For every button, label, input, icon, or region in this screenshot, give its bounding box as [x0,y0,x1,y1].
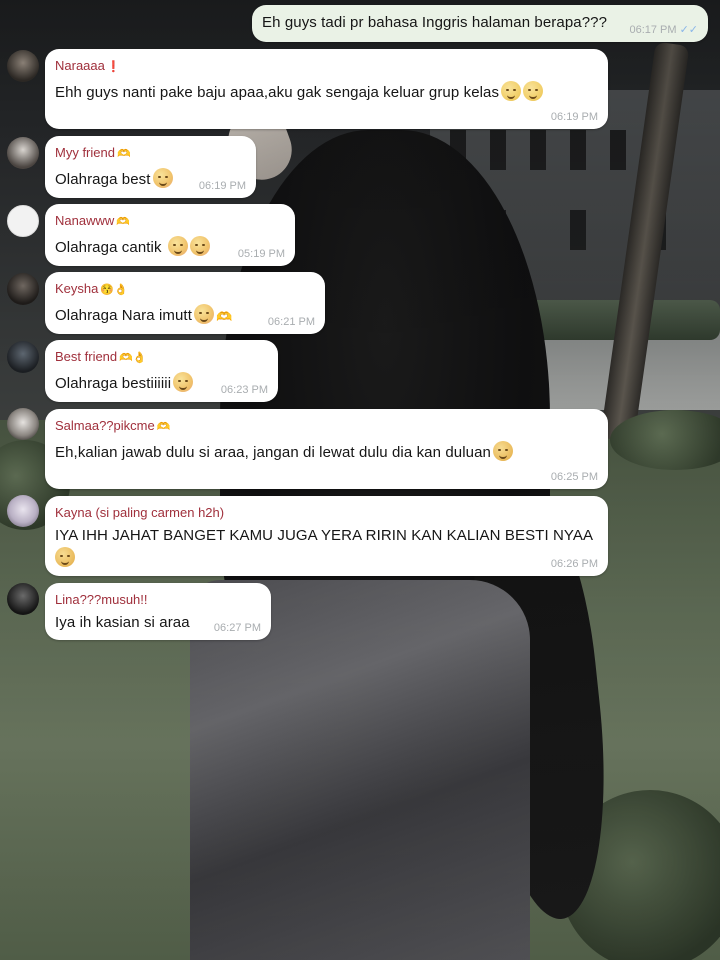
sender-name[interactable]: Lina???musuh!! [55,591,261,608]
message-bubble[interactable]: Nanawww 🫶 Olahraga cantik 05:19 PM [45,204,295,266]
avatar[interactable] [7,583,39,615]
message-bubble[interactable]: Keysha 😚👌 Olahraga Nara imutt 🫶 06:21 PM [45,272,325,334]
angry-face-icon [492,441,513,461]
message-text: IYA IHH JAHAT BANGET KAMU JUGA YERA RIRI… [55,525,598,570]
sender-name[interactable]: Keysha 😚👌 [55,280,315,299]
heart-hands-icon: 🫶 [156,421,171,433]
message-time: 06:19 PM [550,111,598,123]
heart-hands-icon: 🫶 [116,148,131,160]
sender-name[interactable]: Nanawww 🫶 [55,212,285,231]
message-time: 06:27 PM [213,622,261,634]
sender-name[interactable]: Naraaaa ❗ [55,57,598,76]
outgoing-message-bubble[interactable]: Eh guys tadi pr bahasa Inggris halaman b… [252,5,708,42]
blushing-face-icon [152,168,173,188]
blushing-face-icon [167,236,188,256]
sad-face-icon [523,81,544,101]
heart-hands-icon: 🫶 [116,216,130,228]
blushing-face-icon [173,372,194,392]
message-time: 06:26 PM [550,558,598,570]
avatar[interactable] [7,50,39,82]
sender-name[interactable]: Best friend 🫶👌 [55,348,268,367]
chat-thread[interactable]: Eh guys tadi pr bahasa Inggris halaman b… [0,0,720,960]
sender-name[interactable]: Salmaa??pikcme 🫶 [55,417,598,436]
blushing-face-icon [193,304,214,324]
message-time: 06:17 PM ✓✓ [629,24,698,36]
message-bubble[interactable]: Naraaaa ❗ Ehh guys nanti pake baju apaa,a… [45,49,608,129]
message-bubble[interactable]: Lina???musuh!! Iya ih kasian si araa 06:… [45,583,271,640]
message-time: 06:23 PM [220,384,268,396]
message-bubble[interactable]: Kayna (si paling carmen h2h) IYA IHH JAH… [45,496,608,576]
message-bubble[interactable]: Best friend 🫶👌 Olahraga bestiiiiii 06:23 … [45,340,278,402]
avatar[interactable] [7,205,39,237]
message-time: 06:19 PM [198,180,246,192]
message-bubble[interactable]: Salmaa??pikcme 🫶 Eh,kalian jawab dulu si … [45,409,608,489]
angry-face-icon [55,547,75,567]
avatar[interactable] [7,495,39,527]
read-ticks-icon: ✓✓ [679,24,698,36]
message-text: Eh,kalian jawab dulu si araa, jangan di … [55,441,598,464]
sender-name[interactable]: Myy friend 🫶 [55,144,246,163]
message-time: 06:25 PM [550,471,598,483]
avatar[interactable] [7,408,39,440]
exclamation-icon: ❗ [106,61,121,73]
message-time: 06:21 PM [267,316,315,328]
sender-name[interactable]: Kayna (si paling carmen h2h) [55,504,598,521]
message-time: 05:19 PM [237,248,285,260]
avatar[interactable] [7,273,39,305]
heart-hands-ok-hand-icon: 🫶👌 [119,352,147,364]
heart-hands-icon: 🫶 [215,309,233,324]
message-bubble[interactable]: Myy friend 🫶 Olahraga best 06:19 PM [45,136,256,198]
avatar[interactable] [7,341,39,373]
kissing-face-ok-hand-icon: 😚👌 [100,284,128,296]
blushing-face-icon [189,236,210,256]
avatar[interactable] [7,137,39,169]
message-text: Ehh guys nanti pake baju apaa,aku gak se… [55,81,598,104]
sad-face-icon [501,81,522,101]
